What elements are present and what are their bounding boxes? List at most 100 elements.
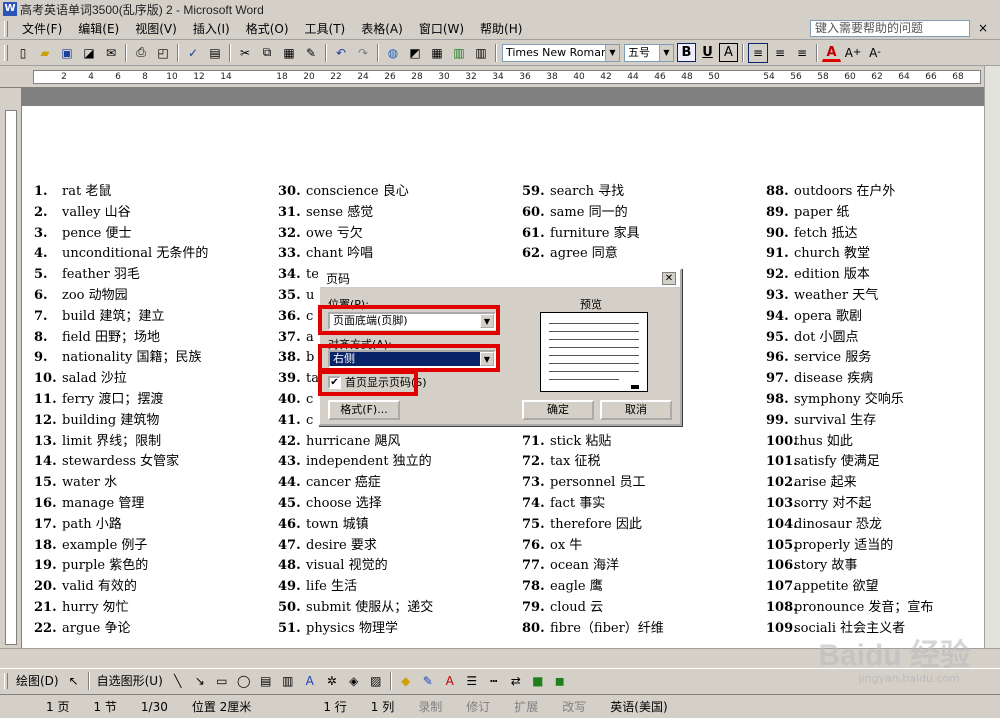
help-search-input[interactable]: 键入需要帮助的问题: [810, 20, 970, 37]
format-painter-icon[interactable]: ✎: [301, 43, 321, 63]
print-preview-icon[interactable]: ◰: [153, 43, 173, 63]
drawbar-grip[interactable]: [4, 672, 8, 689]
clipart-icon[interactable]: ◈: [344, 671, 364, 691]
font-color-button[interactable]: A: [822, 43, 841, 62]
vertical-ruler[interactable]: [0, 88, 22, 648]
autoshapes-menu[interactable]: 自选图形(U): [93, 672, 167, 689]
item-number: 99.: [766, 412, 789, 428]
save-icon[interactable]: ▣: [57, 43, 77, 63]
toolbar-grip[interactable]: [4, 44, 8, 61]
shadow-icon[interactable]: ■: [528, 671, 548, 691]
status-trk[interactable]: 修订: [454, 698, 502, 715]
title-bar: W 高考英语单词3500(乱序版) 2 - Microsoft Word: [0, 0, 1000, 18]
bold-button[interactable]: B: [677, 43, 696, 62]
item-number: 20.: [34, 579, 57, 595]
item-number: 18.: [34, 537, 57, 553]
print-icon[interactable]: ⎙: [131, 43, 151, 63]
fill-color-icon[interactable]: ◆: [396, 671, 416, 691]
menu-window[interactable]: 窗口(W): [411, 20, 472, 37]
line-icon[interactable]: ╲: [168, 671, 188, 691]
menu-file[interactable]: 文件(F): [14, 20, 70, 37]
spelling-icon[interactable]: ✓: [183, 43, 203, 63]
status-ovr[interactable]: 改写: [550, 698, 598, 715]
char-border-button[interactable]: A: [719, 43, 738, 62]
insert-table-icon[interactable]: ▦: [427, 43, 447, 63]
ruler-strip[interactable]: 2 4 6 8 10 12 14 18 20 22 24 26 28 30 32…: [33, 70, 981, 84]
vertical-textbox-icon[interactable]: ▥: [278, 671, 298, 691]
insert-excel-icon[interactable]: ▥: [449, 43, 469, 63]
item-number: 47.: [278, 537, 301, 553]
columns-icon[interactable]: ▥: [471, 43, 491, 63]
format-button[interactable]: 格式(F)...: [328, 400, 400, 420]
menu-table[interactable]: 表格(A): [353, 20, 411, 37]
hyperlink-icon[interactable]: ◍: [383, 43, 403, 63]
line-style-icon[interactable]: ☰: [462, 671, 482, 691]
font-name-select[interactable]: Times New Roman ▼: [502, 43, 620, 62]
menu-grip[interactable]: [4, 20, 8, 37]
select-objects-icon[interactable]: ↖: [64, 671, 84, 691]
tables-borders-icon[interactable]: ◩: [405, 43, 425, 63]
paste-icon[interactable]: ▦: [279, 43, 299, 63]
arrow-icon[interactable]: ↘: [190, 671, 210, 691]
email-icon[interactable]: ✉: [101, 43, 121, 63]
permission-icon[interactable]: ◪: [79, 43, 99, 63]
status-ext[interactable]: 扩展: [502, 698, 550, 715]
menu-format[interactable]: 格式(O): [238, 20, 297, 37]
item-number: 72.: [522, 454, 545, 470]
font-color-icon[interactable]: A: [440, 671, 460, 691]
vertical-ruler-strip[interactable]: [5, 110, 17, 645]
font-size-select[interactable]: 五号 ▼: [624, 43, 674, 62]
wordart-icon[interactable]: A: [300, 671, 320, 691]
list-item: 2. valley 山谷: [34, 203, 274, 224]
item-text: edition 版本: [794, 267, 870, 283]
close-icon[interactable]: ✕: [662, 272, 676, 285]
align-right-icon[interactable]: ≡: [792, 43, 812, 63]
textbox-icon[interactable]: ▤: [256, 671, 276, 691]
draw-menu[interactable]: 绘图(D): [12, 672, 63, 689]
chevron-down-icon[interactable]: ▼: [605, 44, 619, 61]
horizontal-ruler[interactable]: 2 4 6 8 10 12 14 18 20 22 24 26 28 30 32…: [0, 66, 1000, 88]
3d-icon[interactable]: ◼: [550, 671, 570, 691]
font-size-value: 五号: [628, 45, 650, 59]
list-item: 96. service 服务: [766, 348, 998, 369]
line-color-icon[interactable]: ✎: [418, 671, 438, 691]
arrow-style-icon[interactable]: ⇄: [506, 671, 526, 691]
list-item: 11. ferry 渡口；摆渡: [34, 390, 274, 411]
align-center-icon[interactable]: ≡: [770, 43, 790, 63]
open-folder-icon[interactable]: ▰: [35, 43, 55, 63]
ruler-tick: 8: [142, 72, 148, 82]
ok-button[interactable]: 确定: [522, 400, 594, 420]
list-item: 30. conscience 良心: [278, 182, 518, 203]
underline-button[interactable]: U: [698, 43, 717, 62]
dash-style-icon[interactable]: ┅: [484, 671, 504, 691]
item-text: independent 独立的: [306, 454, 432, 470]
redo-icon[interactable]: ↷: [353, 43, 373, 63]
vertical-scrollbar[interactable]: [984, 66, 1000, 648]
ruler-tick: 32: [465, 72, 477, 82]
menu-help[interactable]: 帮助(H): [472, 20, 530, 37]
ruler-tick: 42: [600, 72, 612, 82]
picture-icon[interactable]: ▨: [366, 671, 386, 691]
undo-icon[interactable]: ↶: [331, 43, 351, 63]
shrink-font-icon[interactable]: A-: [865, 43, 885, 63]
diagram-icon[interactable]: ✲: [322, 671, 342, 691]
menu-tools[interactable]: 工具(T): [297, 20, 354, 37]
cut-icon[interactable]: ✂: [235, 43, 255, 63]
oval-icon[interactable]: ◯: [234, 671, 254, 691]
close-doc-icon[interactable]: ×: [978, 21, 988, 35]
toolbar-separator: [177, 43, 179, 62]
align-left-icon[interactable]: ≡: [748, 42, 768, 63]
status-rec[interactable]: 录制: [406, 698, 454, 715]
new-document-icon[interactable]: ▯: [13, 43, 33, 63]
item-text: pronounce 发音；宣布: [794, 599, 934, 615]
copy-icon[interactable]: ⧉: [257, 43, 277, 63]
chevron-down-icon[interactable]: ▼: [659, 44, 673, 61]
research-icon[interactable]: ▤: [205, 43, 225, 63]
menu-edit[interactable]: 编辑(E): [70, 20, 127, 37]
menu-view[interactable]: 视图(V): [127, 20, 185, 37]
item-number: 6.: [34, 287, 48, 303]
cancel-button[interactable]: 取消: [600, 400, 672, 420]
grow-font-icon[interactable]: A +: [843, 43, 863, 63]
menu-insert[interactable]: 插入(I): [185, 20, 238, 37]
rectangle-icon[interactable]: ▭: [212, 671, 232, 691]
